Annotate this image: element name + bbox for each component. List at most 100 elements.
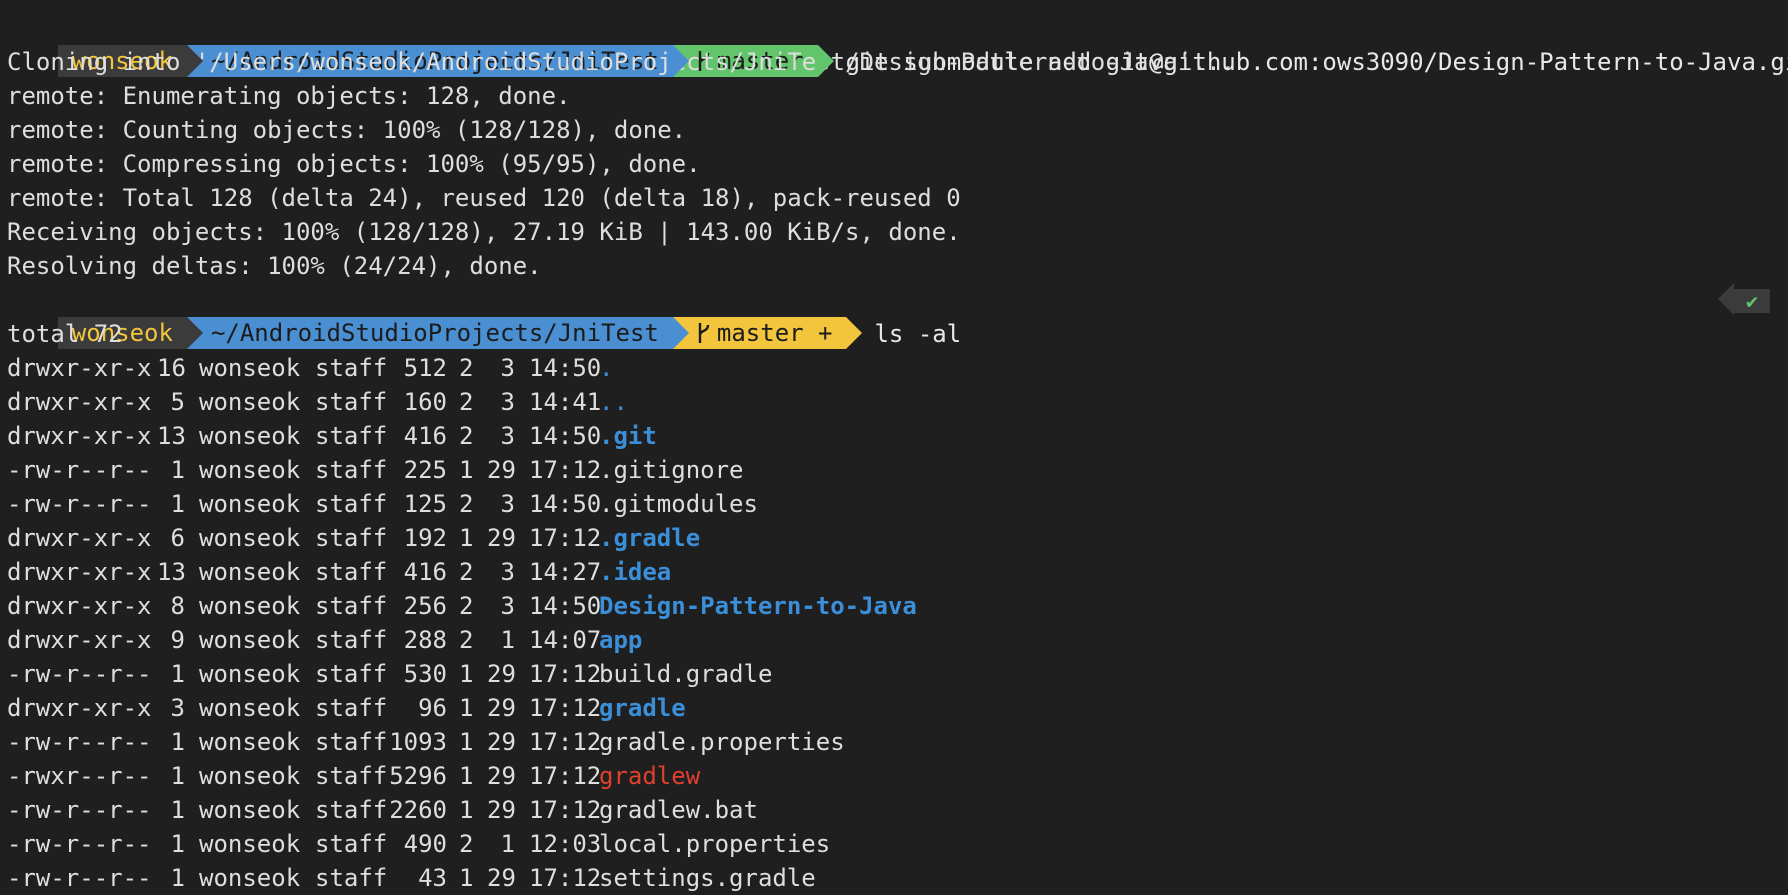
listing-mon: 1: [459, 796, 474, 824]
listing-links: 1: [170, 728, 185, 756]
prompt-line-2: wonseok ~/AndroidStudioProjects/JniTest ma…: [7, 283, 1788, 349]
listing-mon: 2: [459, 490, 474, 518]
listing-links: 1: [170, 490, 185, 518]
listing-name: .idea: [599, 558, 672, 586]
listing-name: .git: [599, 422, 657, 450]
listing-perm: -rwxr--r--: [7, 762, 152, 790]
listing-owner: wonseok: [199, 388, 301, 416]
terminal-window[interactable]: wonseok ~/AndroidStudioProjects/JniTest ma…: [0, 0, 1788, 895]
listing-name: local.properties: [599, 830, 831, 858]
listing-name: build.gradle: [599, 660, 773, 688]
listing-time: 14:50: [529, 490, 602, 518]
listing-owner: wonseok: [199, 422, 301, 450]
listing-mon: 2: [459, 388, 474, 416]
listing-perm: -rw-r--r--: [7, 490, 152, 518]
listing-row: -rwxr--r-- 1 wonseok staff5296 1 29 17:12gradl…: [7, 759, 1788, 793]
listing-group: staff: [315, 830, 388, 858]
listing-mon: 2: [459, 830, 474, 858]
listing-perm: drwxr-xr-x: [7, 558, 152, 586]
listing-links: 3: [170, 694, 185, 722]
listing-links: 16: [157, 354, 186, 382]
listing-group: staff: [315, 354, 388, 382]
checkmark-icon: ✔: [1733, 289, 1770, 313]
listing-group: staff: [315, 660, 388, 688]
listing-day: 29: [487, 796, 516, 824]
output-line: remote: Enumerating objects: 128, done.: [7, 82, 571, 110]
listing-name: gradle: [599, 694, 686, 722]
listing-group: staff: [315, 762, 388, 790]
listing-perm: drwxr-xr-x: [7, 422, 152, 450]
listing-time: 14:27: [529, 558, 602, 586]
listing-name: gradlew: [599, 762, 701, 790]
listing-owner: wonseok: [199, 456, 301, 484]
listing-owner: wonseok: [199, 762, 301, 790]
listing-links: 1: [170, 456, 185, 484]
listing-row: -rw-r--r-- 1 wonseok staff 225 1 29 17:12.gitig…: [7, 453, 1788, 487]
listing-owner: wonseok: [199, 592, 301, 620]
listing-mon: 2: [459, 422, 474, 450]
listing-day: 1: [500, 830, 515, 858]
listing-size: 416: [403, 558, 447, 586]
output-line: Receiving objects: 100% (128/128), 27.19…: [7, 218, 961, 246]
prompt-line-1: wonseok ~/AndroidStudioProjects/JniTest ma…: [7, 11, 1788, 77]
listing-links: 13: [157, 422, 186, 450]
listing-size: 160: [403, 388, 447, 416]
listing-links: 13: [157, 558, 186, 586]
listing-owner: wonseok: [199, 728, 301, 756]
listing-time: 14:07: [529, 626, 602, 654]
listing-name: gradle.properties: [599, 728, 845, 756]
listing-perm: drwxr-xr-x: [7, 354, 152, 382]
listing-owner: wonseok: [199, 490, 301, 518]
listing-group: staff: [315, 524, 388, 552]
listing-mon: 1: [459, 660, 474, 688]
listing-row: drwxr-xr-x 5 wonseok staff 160 2 3 14:41..: [7, 385, 1788, 419]
listing-group: staff: [315, 592, 388, 620]
listing-size: 256: [403, 592, 447, 620]
listing-name: ..: [599, 388, 628, 416]
listing-perm: -rw-r--r--: [7, 660, 152, 688]
listing-links: 1: [170, 660, 185, 688]
listing-perm: -rw-r--r--: [7, 830, 152, 858]
output-line: remote: Compressing objects: 100% (95/95…: [7, 150, 701, 178]
listing-links: 1: [170, 796, 185, 824]
listing-links: 1: [170, 762, 185, 790]
listing-day: 29: [487, 456, 516, 484]
listing-row: -rw-r--r-- 1 wonseok staff 490 2 1 12:03local.p…: [7, 827, 1788, 861]
listing-day: 29: [487, 762, 516, 790]
listing-group: staff: [315, 796, 388, 824]
listing-links: 5: [170, 388, 185, 416]
prompt-separator-arrow: [186, 45, 203, 77]
listing-day: 3: [500, 422, 515, 450]
listing-time: 14:50: [529, 354, 602, 382]
directory-listing: drwxr-xr-x 16 wonseok staff 512 2 3 14:50. drwxr…: [7, 351, 1788, 895]
listing-links: 6: [170, 524, 185, 552]
output-line: Cloning into '/Users/wonseok/AndroidStud…: [7, 48, 1236, 76]
listing-day: 29: [487, 660, 516, 688]
listing-size: 225: [403, 456, 447, 484]
listing-name: .: [599, 354, 614, 382]
listing-name: .gitignore: [599, 456, 744, 484]
listing-mon: 2: [459, 558, 474, 586]
listing-row: drwxr-xr-x 6 wonseok staff 192 1 29 17:12.gradl…: [7, 521, 1788, 555]
listing-row: drwxr-xr-x 9 wonseok staff 288 2 1 14:07app: [7, 623, 1788, 657]
listing-perm: -rw-r--r--: [7, 456, 152, 484]
listing-links: 9: [170, 626, 185, 654]
listing-size: 192: [403, 524, 447, 552]
listing-size: 96: [418, 694, 447, 722]
prompt-separator-arrow: [817, 45, 834, 77]
listing-group: staff: [315, 490, 388, 518]
listing-row: drwxr-xr-x 13 wonseok staff 416 2 3 14:50.git: [7, 419, 1788, 453]
listing-owner: wonseok: [199, 354, 301, 382]
listing-day: 3: [500, 558, 515, 586]
listing-group: staff: [315, 388, 388, 416]
listing-time: 14:50: [529, 592, 602, 620]
listing-row: -rw-r--r-- 1 wonseok staff2260 1 29 17:12gradl…: [7, 793, 1788, 827]
output-line: remote: Total 128 (delta 24), reused 120…: [7, 184, 961, 212]
command-output-1: Cloning into '/Users/wonseok/AndroidStud…: [7, 45, 1788, 283]
listing-group: staff: [315, 626, 388, 654]
listing-day: 29: [487, 694, 516, 722]
listing-owner: wonseok: [199, 626, 301, 654]
listing-day: 29: [487, 728, 516, 756]
listing-group: staff: [315, 456, 388, 484]
listing-perm: drwxr-xr-x: [7, 388, 152, 416]
